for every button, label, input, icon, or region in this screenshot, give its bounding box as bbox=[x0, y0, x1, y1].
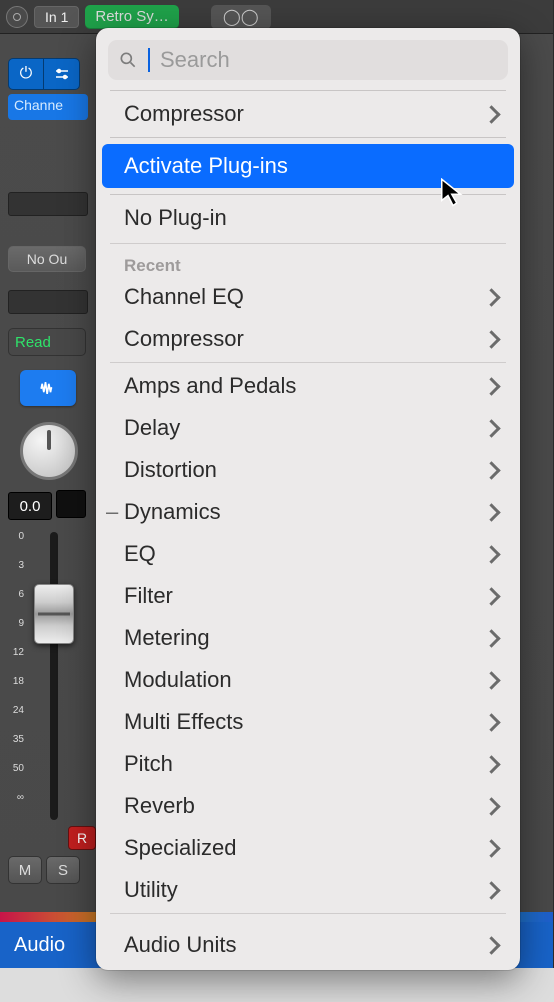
menu-item-label: Multi Effects bbox=[124, 709, 485, 735]
plugin-editor-icon[interactable] bbox=[44, 58, 80, 90]
menu-item-label: EQ bbox=[124, 541, 485, 567]
group-slot[interactable] bbox=[8, 290, 88, 314]
peak-meter-readout bbox=[56, 490, 86, 518]
menu-item-category[interactable]: Modulation bbox=[96, 659, 520, 701]
plugin-search-field[interactable] bbox=[108, 40, 508, 80]
channel-options-icon[interactable] bbox=[6, 6, 28, 28]
menu-item-label: Distortion bbox=[124, 457, 485, 483]
menu-item-category[interactable]: Delay bbox=[96, 407, 520, 449]
track-name-label: Audio bbox=[14, 934, 65, 957]
menu-item-category[interactable]: –Dynamics bbox=[96, 491, 520, 533]
volume-fader-handle[interactable] bbox=[34, 584, 74, 644]
menu-item-category[interactable]: Filter bbox=[96, 575, 520, 617]
menu-item-label: Dynamics bbox=[124, 499, 485, 525]
menu-item-label: Metering bbox=[124, 625, 485, 651]
menu-item-label: Amps and Pedals bbox=[124, 373, 485, 399]
expand-marker-icon: – bbox=[106, 499, 118, 525]
record-enable-button[interactable]: R bbox=[68, 826, 96, 850]
divider bbox=[110, 362, 506, 363]
menu-item-category[interactable]: Specialized bbox=[96, 827, 520, 869]
track-type-icon[interactable] bbox=[20, 370, 76, 406]
input-selector[interactable]: In 1 bbox=[34, 6, 79, 28]
menu-item-recent[interactable]: Compressor bbox=[96, 318, 520, 360]
plugin-picker-popover: Compressor Activate Plug-ins No Plug-in … bbox=[96, 28, 520, 970]
menu-item-activate-plugins[interactable]: Activate Plug-ins bbox=[102, 144, 514, 188]
stereo-mode-button[interactable]: ◯◯ bbox=[211, 5, 271, 29]
menu-item-current-plugin[interactable]: Compressor bbox=[96, 91, 520, 137]
menu-item-label: Filter bbox=[124, 583, 485, 609]
menu-item-label: No Plug-in bbox=[124, 205, 502, 231]
section-label-recent: Recent bbox=[96, 246, 520, 276]
menu-item-recent[interactable]: Channel EQ bbox=[96, 276, 520, 318]
automation-mode-button[interactable]: Read bbox=[8, 328, 86, 356]
plugin-search-wrap bbox=[96, 28, 520, 90]
menu-item-label: Modulation bbox=[124, 667, 485, 693]
eq-slot[interactable]: Channe bbox=[8, 94, 88, 120]
menu-item-audio-units[interactable]: Audio Units bbox=[96, 922, 520, 968]
solo-button[interactable]: S bbox=[46, 856, 80, 884]
search-icon bbox=[118, 50, 138, 70]
divider bbox=[110, 243, 506, 244]
output-selector[interactable]: No Ou bbox=[8, 246, 86, 272]
divider bbox=[110, 913, 506, 914]
menu-item-label: Specialized bbox=[124, 835, 485, 861]
volume-fader-track[interactable] bbox=[50, 532, 58, 820]
instrument-insert-slot[interactable]: Retro Sy… bbox=[85, 5, 178, 29]
text-caret-icon bbox=[148, 48, 150, 72]
mute-button[interactable]: M bbox=[8, 856, 42, 884]
power-icon[interactable]: ⏻ bbox=[8, 58, 44, 90]
menu-item-category[interactable]: Pitch bbox=[96, 743, 520, 785]
menu-item-label: Delay bbox=[124, 415, 485, 441]
menu-item-label: Reverb bbox=[124, 793, 485, 819]
pan-knob[interactable] bbox=[20, 422, 78, 480]
menu-item-category[interactable]: Distortion bbox=[96, 449, 520, 491]
fader-scale: 03691218243550∞ bbox=[8, 532, 24, 822]
menu-item-label: Compressor bbox=[124, 326, 485, 352]
plugin-search-input[interactable] bbox=[160, 47, 498, 73]
send-slot[interactable] bbox=[8, 192, 88, 216]
menu-item-label: Pitch bbox=[124, 751, 485, 777]
menu-item-category[interactable]: Metering bbox=[96, 617, 520, 659]
menu-item-category[interactable]: Multi Effects bbox=[96, 701, 520, 743]
menu-item-label: Channel EQ bbox=[124, 284, 485, 310]
menu-item-label: Compressor bbox=[124, 101, 485, 127]
menu-item-label: Activate Plug-ins bbox=[124, 153, 502, 179]
menu-item-label: Utility bbox=[124, 877, 485, 903]
menu-item-category[interactable]: Amps and Pedals bbox=[96, 365, 520, 407]
menu-item-category[interactable]: EQ bbox=[96, 533, 520, 575]
menu-item-category[interactable]: Reverb bbox=[96, 785, 520, 827]
menu-item-label: Audio Units bbox=[124, 932, 485, 958]
menu-item-no-plugin[interactable]: No Plug-in bbox=[96, 195, 520, 241]
menu-item-category[interactable]: Utility bbox=[96, 869, 520, 911]
pan-value-readout: 0.0 bbox=[8, 492, 52, 520]
